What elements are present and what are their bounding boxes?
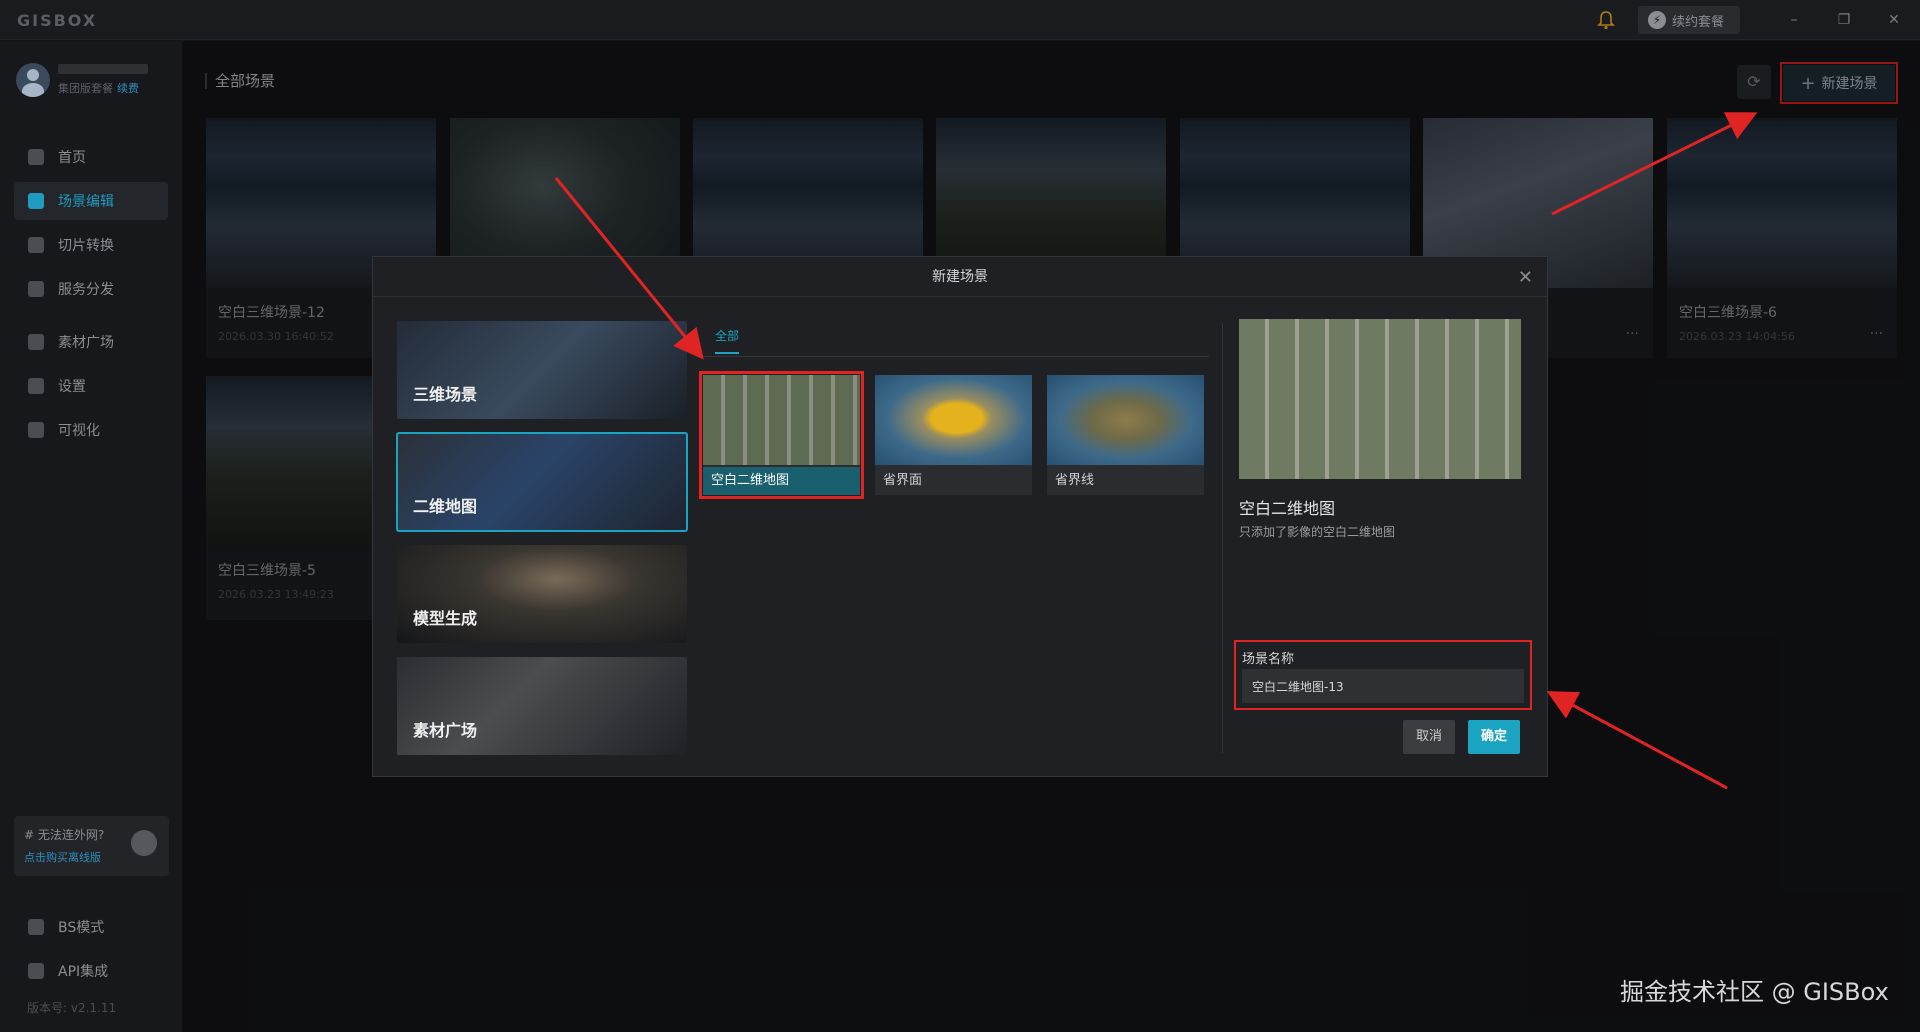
- sidebar-item-label: BS模式: [58, 920, 105, 936]
- avatar[interactable]: [16, 63, 50, 97]
- version-label: 版本号: v2.1.11: [27, 1001, 117, 1015]
- category-2d-map[interactable]: 二维地图: [396, 432, 688, 532]
- template-thumbnail: [703, 375, 860, 465]
- template-label: 空白二维地图: [703, 467, 860, 495]
- code-icon: [28, 919, 44, 935]
- restore-button[interactable]: ❐: [1834, 10, 1854, 30]
- template-province-line[interactable]: 省界线: [1047, 375, 1204, 495]
- app-logo: GISBOX: [17, 11, 98, 30]
- tab-all[interactable]: 全部: [715, 327, 740, 354]
- sidebar-item-label: 可视化: [58, 423, 100, 439]
- new-scene-dialog: 新建场景 ✕ 三维场景 二维地图 模型生成 素材广场 全部 空白二维地图 省界面…: [372, 256, 1548, 777]
- cube-icon: [28, 193, 44, 209]
- convert-icon: [28, 237, 44, 253]
- template-thumbnail: [875, 375, 1032, 465]
- sidebar-item-label: 设置: [58, 379, 86, 395]
- link-icon: [28, 963, 44, 979]
- upload-icon: [28, 281, 44, 297]
- cancel-button[interactable]: 取消: [1403, 720, 1455, 754]
- bell-icon[interactable]: [1597, 10, 1615, 30]
- template-province-area[interactable]: 省界面: [875, 375, 1032, 495]
- minimize-button[interactable]: –: [1784, 10, 1804, 30]
- category-3d-scene[interactable]: 三维场景: [397, 321, 687, 419]
- sidebar-item-assets[interactable]: 素材广场: [14, 323, 168, 361]
- offline-promo[interactable]: # 无法连外网? 点击购买离线版: [14, 816, 169, 876]
- chart-icon: [28, 422, 44, 438]
- gear-icon: [28, 378, 44, 394]
- renew-plan-button[interactable]: ⚡ 续约套餐: [1638, 6, 1740, 34]
- close-window-button[interactable]: ✕: [1884, 10, 1904, 30]
- sidebar-item-visualization[interactable]: 可视化: [14, 411, 168, 449]
- scene-name-section: 场景名称: [1234, 640, 1532, 710]
- sidebar: 集团版套餐 续费 首页 场景编辑 切片转换 服务分发 素材广场 设置 可视化 #…: [0, 41, 182, 1032]
- divider: [1222, 323, 1223, 753]
- template-label: 省界面: [875, 467, 1032, 495]
- category-label: 素材广场: [413, 721, 478, 740]
- template-preview-image: [1239, 319, 1521, 479]
- sidebar-item-label: 素材广场: [58, 335, 114, 351]
- confirm-button[interactable]: 确定: [1468, 720, 1520, 754]
- lightning-icon: ⚡: [1648, 11, 1666, 29]
- close-icon[interactable]: ✕: [1518, 267, 1533, 288]
- template-thumbnail: [1047, 375, 1204, 465]
- watermark: 掘金技术社区 @ GISBox: [1620, 978, 1889, 1006]
- title-bar: GISBOX ⚡ 续约套餐 – ❐ ✕: [0, 0, 1920, 40]
- user-plan: 集团版套餐: [58, 82, 113, 95]
- sidebar-item-label: 切片转换: [58, 238, 114, 254]
- user-name-redacted: [58, 64, 148, 74]
- scene-name-input[interactable]: [1242, 669, 1524, 703]
- sidebar-item-scene-edit[interactable]: 场景编辑: [14, 182, 168, 220]
- image-icon: [28, 334, 44, 350]
- sidebar-item-label: 场景编辑: [58, 194, 114, 210]
- home-icon: [28, 149, 44, 165]
- satellite-icon: [131, 830, 157, 856]
- app-window: GISBOX ⚡ 续约套餐 – ❐ ✕ 集团版套餐 续费 首页 场景编辑 切片转…: [0, 0, 1920, 1032]
- category-model-generation[interactable]: 模型生成: [397, 545, 687, 643]
- template-tabs: 全部: [703, 327, 1209, 357]
- preview-description: 只添加了影像的空白二维地图: [1239, 525, 1396, 539]
- sidebar-item-home[interactable]: 首页: [14, 138, 168, 176]
- renew-plan-label: 续约套餐: [1672, 14, 1725, 30]
- sidebar-item-service[interactable]: 服务分发: [14, 270, 168, 308]
- scene-name-label: 场景名称: [1242, 652, 1295, 667]
- category-label: 二维地图: [413, 497, 478, 516]
- template-blank-2d-map[interactable]: 空白二维地图: [699, 371, 864, 499]
- sidebar-item-label: 首页: [58, 150, 86, 166]
- category-label: 模型生成: [413, 609, 478, 628]
- user-profile[interactable]: 集团版套餐 续费: [16, 63, 148, 97]
- sidebar-item-settings[interactable]: 设置: [14, 367, 168, 405]
- category-label: 三维场景: [413, 385, 478, 404]
- category-asset-market[interactable]: 素材广场: [397, 657, 687, 755]
- template-label: 省界线: [1047, 467, 1204, 495]
- sidebar-item-label: API集成: [58, 964, 109, 980]
- sidebar-item-api[interactable]: API集成: [14, 952, 168, 990]
- renew-link[interactable]: 续费: [117, 82, 139, 95]
- sidebar-item-label: 服务分发: [58, 282, 114, 298]
- sidebar-item-bs-mode[interactable]: BS模式: [14, 908, 168, 946]
- sidebar-item-tile-convert[interactable]: 切片转换: [14, 226, 168, 264]
- preview-title: 空白二维地图: [1239, 499, 1336, 518]
- dialog-title: 新建场景: [373, 257, 1547, 297]
